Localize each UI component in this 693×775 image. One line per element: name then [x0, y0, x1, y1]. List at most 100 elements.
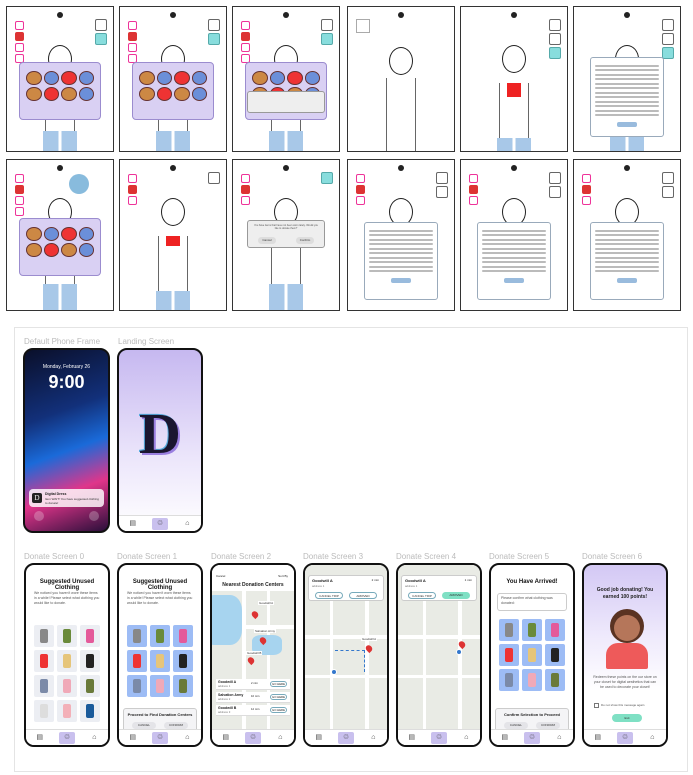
hanger-icon[interactable]: ⌂	[458, 732, 474, 744]
clothing-item[interactable]	[173, 675, 193, 697]
storyboard-panel	[119, 6, 227, 152]
clothing-item[interactable]	[80, 650, 100, 672]
hanger-icon[interactable]: ⌂	[644, 732, 660, 744]
donate-icon[interactable]: ♲	[523, 731, 540, 744]
clothing-item[interactable]	[522, 644, 542, 666]
doc-back-button[interactable]	[504, 278, 524, 283]
camera-icon[interactable]	[89, 511, 99, 521]
clothing-item[interactable]	[34, 675, 54, 697]
cancel-link[interactable]: Cancel	[216, 574, 225, 578]
notification[interactable]: D Digital Dress Item WAIT! You have sugg…	[29, 489, 104, 507]
clothing-item[interactable]	[34, 650, 54, 672]
chart-icon[interactable]: ▤	[125, 732, 141, 744]
hanger-icon[interactable]: ⌂	[272, 732, 288, 744]
clothing-item[interactable]	[127, 650, 147, 672]
center-row[interactable]: Goodwill Baddress 3 12 min GO HERE	[216, 705, 290, 716]
donate-icon[interactable]: ♲	[337, 731, 354, 744]
clothing-item[interactable]	[522, 619, 542, 641]
frame-label: Default Phone Frame	[24, 337, 101, 346]
sort-link[interactable]: Sort By	[278, 574, 288, 578]
proceed-title: Proceed to Find Donation Centers	[127, 712, 193, 717]
chart-icon[interactable]: ▤	[218, 732, 234, 744]
popup-text: You have items that have not been worn l…	[253, 224, 319, 230]
clothing-item[interactable]	[150, 650, 170, 672]
storyboard-panel	[460, 159, 568, 311]
landing-phone: D ▤ ♲ ⌂	[117, 348, 203, 533]
clothing-item[interactable]	[57, 650, 77, 672]
donate-icon[interactable]: ♲	[430, 731, 447, 744]
clothing-item[interactable]	[127, 675, 147, 697]
arrived-button[interactable]: ARRIVED	[442, 592, 470, 599]
clothing-item[interactable]	[57, 700, 77, 722]
doc-back-button[interactable]	[391, 278, 411, 283]
clothing-item[interactable]	[80, 625, 100, 647]
chart-icon[interactable]: ▤	[404, 732, 420, 744]
popup-cancel[interactable]: Cancel	[258, 237, 276, 244]
clothing-item[interactable]	[150, 675, 170, 697]
go-here-button[interactable]: GO HERE	[270, 681, 287, 687]
hanger-icon[interactable]: ⌂	[365, 732, 381, 744]
clothing-grid	[499, 619, 565, 691]
chart-icon[interactable]: ▤	[32, 732, 48, 744]
cancel-button[interactable]: CANCEL	[132, 722, 156, 729]
dont-show-checkbox[interactable]	[594, 703, 599, 708]
frame-label: Donate Screen 4	[396, 552, 457, 561]
clothing-item[interactable]	[57, 675, 77, 697]
clothing-item[interactable]	[173, 650, 193, 672]
clothing-item[interactable]	[499, 644, 519, 666]
clothing-item[interactable]	[545, 644, 565, 666]
flashlight-icon[interactable]	[34, 511, 44, 521]
clothing-item[interactable]	[80, 700, 100, 722]
doc-back-button[interactable]	[617, 278, 637, 283]
clothing-item[interactable]	[57, 625, 77, 647]
center-row[interactable]: Goodwill Aaddress 12 min GO HERE	[216, 679, 290, 690]
confirm-button[interactable]: CONFIRM	[164, 722, 188, 729]
center-row[interactable]: Salvation Army address 2 10 min GO HERE	[216, 692, 290, 703]
clothing-item[interactable]	[545, 669, 565, 691]
donate-icon[interactable]: ♲	[244, 731, 261, 744]
exit-button[interactable]: Exit	[612, 714, 642, 722]
cancel-trip-button[interactable]: CANCEL TRIP	[408, 592, 436, 599]
confirm-button[interactable]: CONFIRM	[536, 722, 560, 729]
clothing-item[interactable]	[80, 675, 100, 697]
donate-icon[interactable]: ♲	[616, 731, 633, 744]
hanger-icon[interactable]: ⌂	[551, 732, 567, 744]
clothing-item[interactable]	[127, 625, 147, 647]
clothing-item[interactable]	[545, 619, 565, 641]
hanger-icon[interactable]: ⌂	[179, 518, 195, 530]
donate-icon[interactable]: ♲	[58, 731, 75, 744]
donate-icon[interactable]: ♲	[151, 517, 168, 530]
right-pane	[549, 17, 562, 61]
center-dist: 2 min	[251, 681, 258, 685]
chart-icon[interactable]: ▤	[311, 732, 327, 744]
cancel-button[interactable]: CANCEL	[504, 722, 528, 729]
hanger-icon[interactable]: ⌂	[179, 732, 195, 744]
go-here-button[interactable]: GO HERE	[270, 694, 287, 700]
pin-label: Goodwill A	[361, 637, 378, 641]
figure	[376, 47, 426, 151]
clothing-item[interactable]	[522, 669, 542, 691]
chart-icon[interactable]: ▤	[125, 518, 141, 530]
chart-icon[interactable]: ▤	[497, 732, 513, 744]
popup-confirm[interactable]: Confirm	[296, 237, 314, 244]
go-here-button[interactable]: GO HERE	[270, 707, 287, 713]
chart-icon[interactable]: ▤	[590, 732, 606, 744]
clothing-item[interactable]	[499, 669, 519, 691]
map-pin[interactable]	[246, 655, 256, 666]
clothing-item[interactable]	[150, 625, 170, 647]
donate-screen-4: Goodwill A address 1 1 min CANCEL TRIP A…	[396, 563, 482, 747]
hanger-icon[interactable]: ⌂	[86, 732, 102, 744]
bottom-nav: ▤ ♲ ⌂	[305, 729, 387, 745]
cancel-trip-button[interactable]: CANCEL TRIP	[315, 592, 343, 599]
donate-screen-5: You Have Arrived! Please confirm what cl…	[489, 563, 575, 747]
map-pin[interactable]	[250, 609, 260, 620]
clothing-item[interactable]	[34, 700, 54, 722]
clothing-item[interactable]	[173, 625, 193, 647]
storyboard-panel	[6, 6, 114, 152]
screen-title: Suggested Unused Clothing	[39, 579, 95, 591]
donate-icon[interactable]: ♲	[151, 731, 168, 744]
screen-message: We noticed you haven't wore these items …	[34, 591, 100, 605]
clothing-item[interactable]	[499, 619, 519, 641]
arrived-button[interactable]: ARRIVED	[349, 592, 377, 599]
clothing-item[interactable]	[34, 625, 54, 647]
